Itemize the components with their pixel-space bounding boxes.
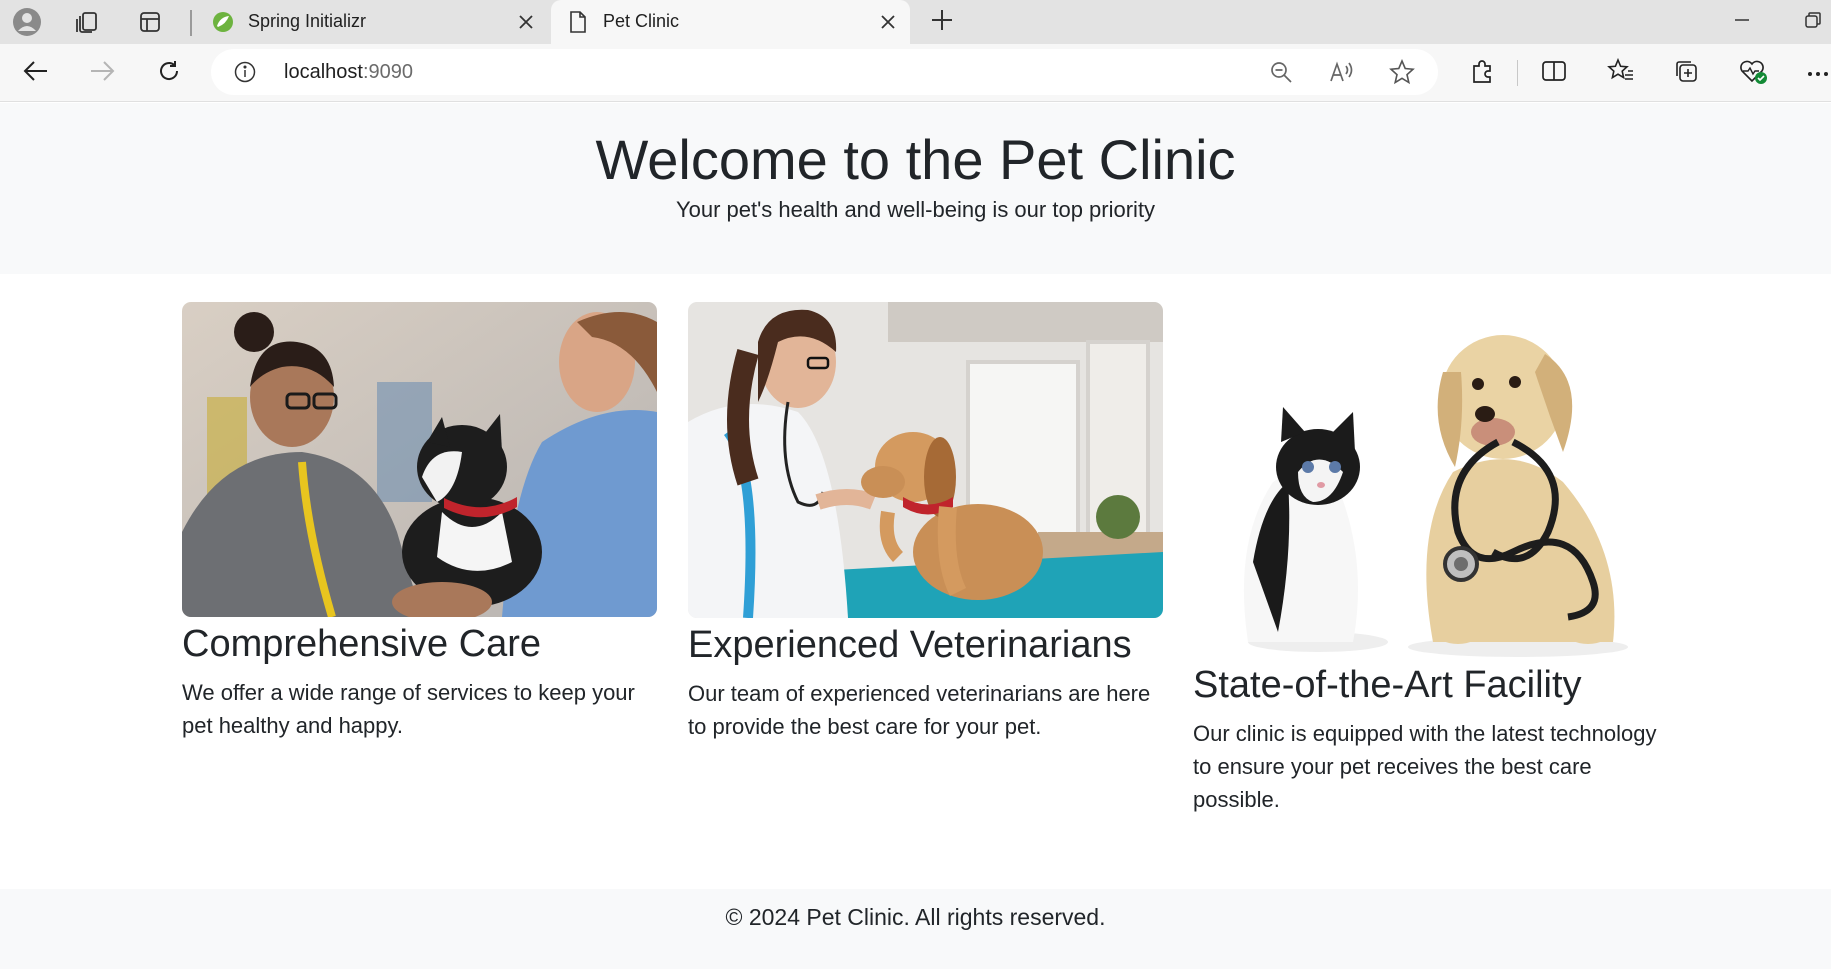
- tab-pet-clinic[interactable]: Pet Clinic: [551, 0, 910, 44]
- card-title: Experienced Veterinarians: [688, 624, 1132, 666]
- minimize-icon: [1734, 12, 1750, 33]
- page-icon: [568, 11, 588, 38]
- page-subtitle: Your pet's health and well-being is our …: [675, 197, 1156, 222]
- favorites-icon: [1607, 57, 1635, 89]
- split-screen-button[interactable]: [1536, 56, 1572, 90]
- back-arrow-icon: [23, 60, 49, 87]
- card-title: State-of-the-Art Facility: [1193, 664, 1582, 706]
- tab-actions-icon[interactable]: [135, 7, 165, 37]
- vet-with-dog-photo: [182, 302, 657, 617]
- extensions-icon: [1470, 58, 1496, 89]
- minimize-button[interactable]: [1727, 8, 1757, 36]
- footer: © 2024 Pet Clinic. All rights reserved.: [0, 889, 1831, 969]
- restore-icon: [1804, 11, 1822, 34]
- refresh-icon: [157, 59, 181, 88]
- forward-arrow-icon: [89, 60, 115, 87]
- browser-essentials-icon: [1738, 57, 1768, 90]
- spring-logo-icon: [212, 11, 234, 38]
- card-title: Comprehensive Care: [182, 623, 542, 665]
- feature-card-state-of-the-art-facility: State-of-the-Art Facility Our clinic is …: [1193, 302, 1668, 816]
- browser-toolbar: localhost:9090: [0, 44, 1831, 102]
- zoom-out-icon[interactable]: [1266, 57, 1296, 87]
- hero-section: Welcome to the Pet Clinic Your pet's hea…: [0, 103, 1831, 274]
- info-icon[interactable]: [233, 60, 257, 84]
- page-content: Welcome to the Pet Clinic Your pet's hea…: [0, 103, 1831, 969]
- workspaces-icon[interactable]: [72, 7, 102, 37]
- close-icon[interactable]: [514, 10, 538, 34]
- restore-button[interactable]: [1798, 8, 1828, 36]
- more-button[interactable]: [1800, 56, 1831, 90]
- footer-copyright: © 2024 Pet Clinic. All rights reserved.: [725, 904, 1106, 930]
- tab-separator: [190, 10, 192, 36]
- tab-spring-initializr[interactable]: Spring Initializr: [196, 0, 548, 44]
- page-title: Welcome to the Pet Clinic: [595, 128, 1236, 191]
- card-text: Our team of experienced veterinarians ar…: [688, 681, 1151, 739]
- read-aloud-icon[interactable]: [1327, 57, 1357, 87]
- more-icon: [1807, 64, 1829, 82]
- url-text[interactable]: localhost:9090: [284, 61, 413, 84]
- forward-button[interactable]: [84, 56, 120, 90]
- vet-with-puppy-photo: [688, 302, 1163, 618]
- back-button[interactable]: [18, 56, 54, 90]
- collections-button[interactable]: [1668, 56, 1704, 90]
- favorites-button[interactable]: [1603, 56, 1639, 90]
- tab-title: Spring Initializr: [248, 11, 367, 31]
- feature-card-comprehensive-care: Comprehensive Care We offer a wide range…: [182, 302, 657, 742]
- refresh-button[interactable]: [151, 56, 187, 90]
- browser-tab-bar: Spring Initializr Pet Clinic: [0, 0, 1831, 44]
- feature-card-experienced-veterinarians: Experienced Veterinarians Our team of ex…: [688, 302, 1163, 743]
- card-text: Our clinic is equipped with the latest t…: [1193, 721, 1657, 812]
- split-screen-icon: [1541, 59, 1567, 88]
- collections-icon: [1673, 58, 1699, 89]
- card-text: We offer a wide range of services to kee…: [182, 680, 635, 738]
- new-tab-button[interactable]: [926, 7, 958, 37]
- url-port: :9090: [362, 61, 413, 83]
- plus-icon: [931, 9, 953, 36]
- close-icon[interactable]: [876, 10, 900, 34]
- address-bar[interactable]: localhost:9090: [211, 49, 1438, 95]
- browser-essentials-button[interactable]: [1735, 56, 1771, 90]
- kitten-and-puppy-photo: [1193, 302, 1668, 658]
- tab-title: Pet Clinic: [603, 11, 680, 31]
- toolbar-divider: [1517, 60, 1518, 86]
- url-host: localhost: [284, 61, 363, 83]
- star-icon[interactable]: [1387, 57, 1417, 87]
- profile-icon[interactable]: [12, 7, 42, 37]
- extensions-button[interactable]: [1465, 56, 1501, 90]
